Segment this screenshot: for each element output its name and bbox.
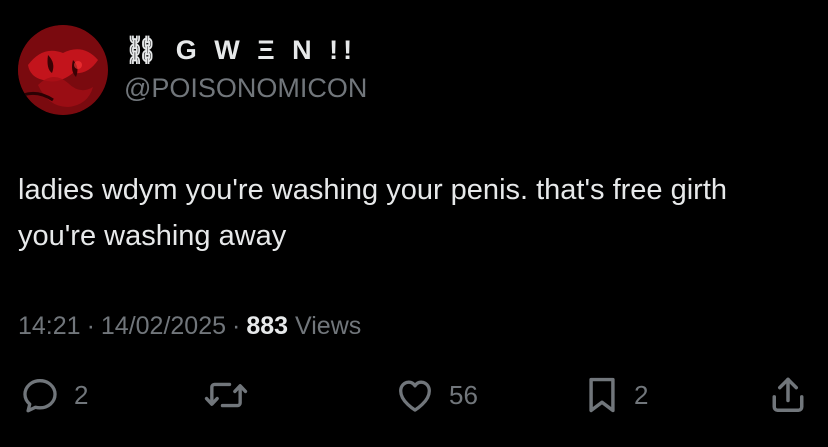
meta-separator-2: · (232, 312, 241, 340)
reply-button[interactable]: 2 (18, 372, 88, 418)
tweet-text: ladies wdym you're washing your penis. t… (18, 174, 728, 252)
bookmark-button[interactable]: 2 (582, 372, 648, 418)
share-icon (772, 377, 804, 412)
avatar-image (18, 25, 108, 115)
bookmark-icon (589, 377, 615, 413)
retweet-button[interactable] (203, 372, 261, 418)
heart-icon (399, 380, 431, 412)
reply-icon (23, 379, 57, 413)
share-button[interactable] (766, 372, 810, 418)
tweet-time[interactable]: 14:21 (18, 312, 81, 340)
views-label[interactable]: Views (295, 312, 361, 340)
user-handle[interactable]: @POISONOMICON (124, 72, 367, 104)
action-bar: 2 56 2 (0, 372, 828, 418)
bookmark-count: 2 (634, 379, 649, 410)
tweet-meta: 14:21 · 14/02/2025 · 883 Views (18, 310, 361, 342)
reply-count: 2 (74, 379, 89, 410)
meta-separator: · (86, 312, 95, 340)
retweet-icon (204, 382, 248, 408)
display-name[interactable]: ⛓ G W Ξ N !! (124, 34, 357, 66)
tweet-date[interactable]: 14/02/2025 (101, 312, 226, 340)
like-button[interactable]: 56 (393, 372, 478, 418)
views-count[interactable]: 883 (246, 312, 288, 340)
like-count: 56 (449, 379, 478, 410)
tweet-card: ⛓ G W Ξ N !! @POISONOMICON ladies wdym y… (0, 0, 828, 447)
avatar[interactable] (18, 25, 108, 115)
